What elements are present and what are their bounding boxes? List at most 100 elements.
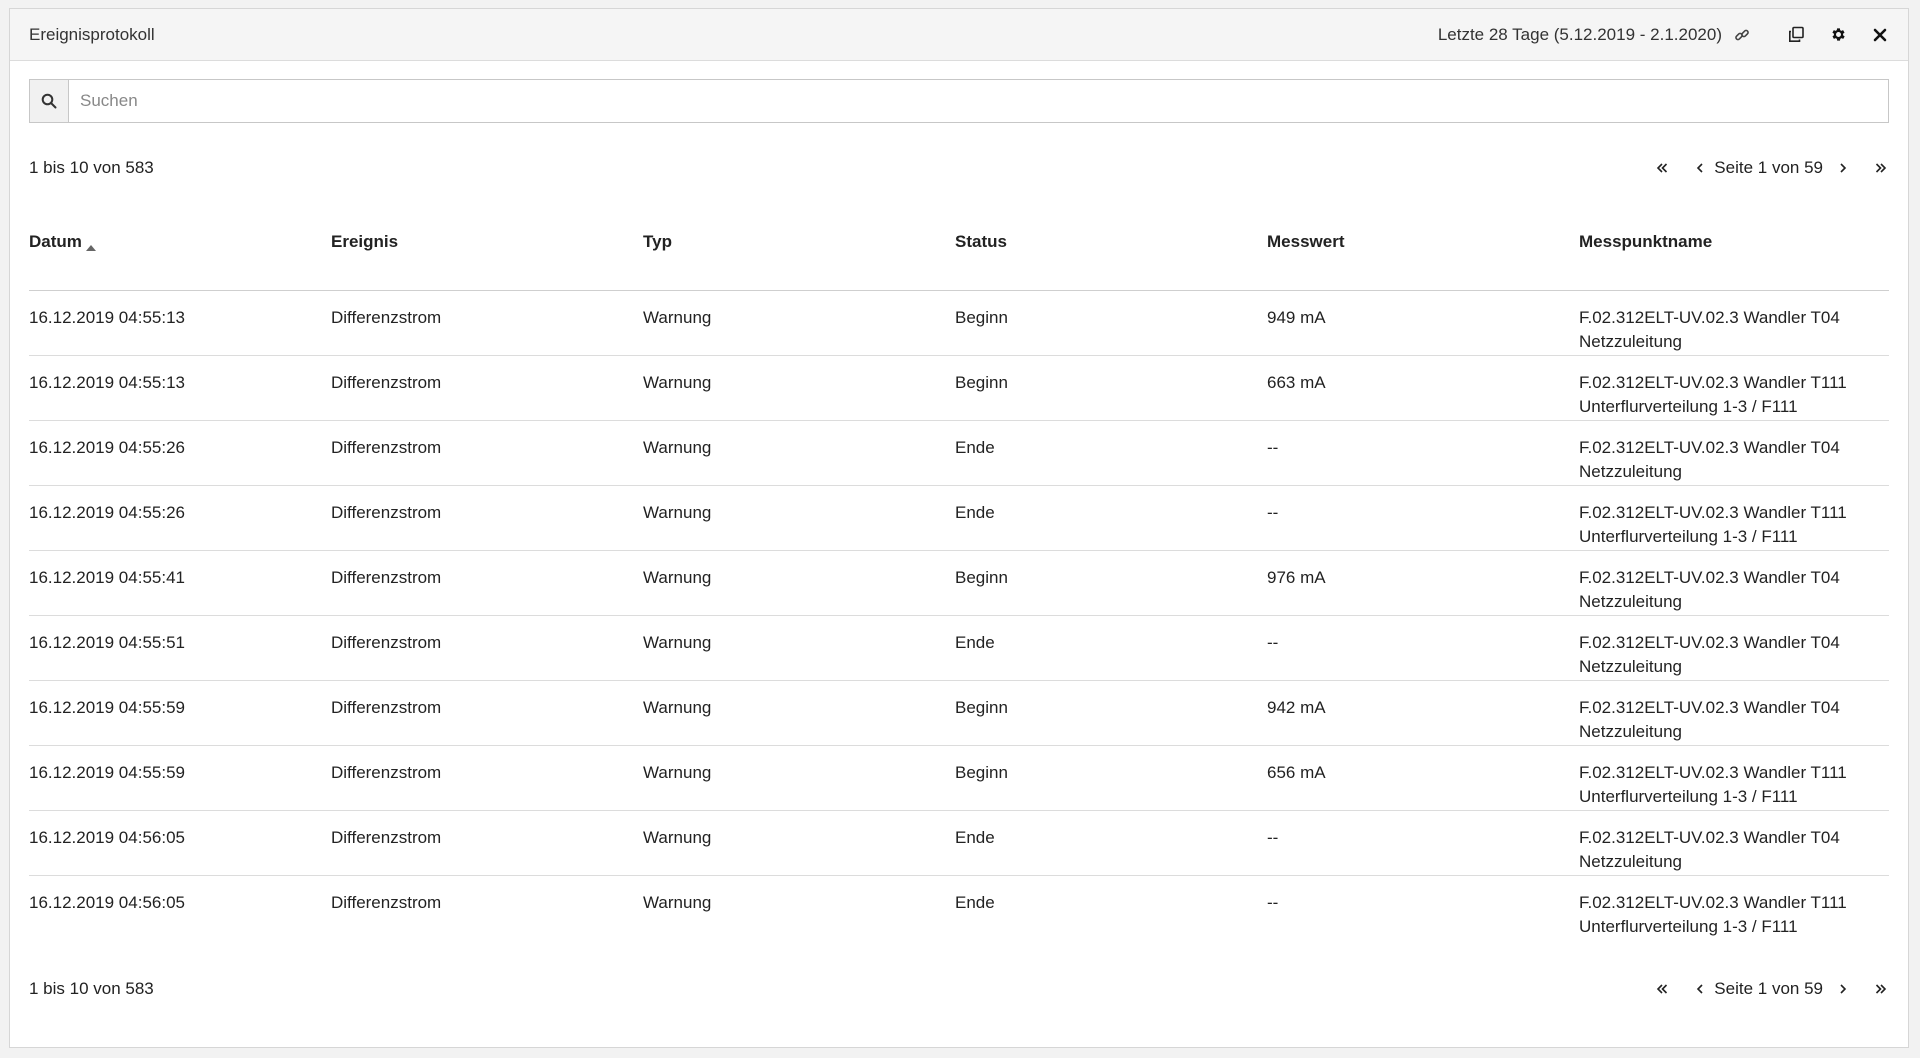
pagination-top: 1 bis 10 von 583 Seite 1 von 59: [29, 156, 1889, 180]
cell-messwert: 942 mA: [1267, 680, 1579, 746]
pager-controls: Seite 1 von 59: [1654, 158, 1889, 178]
measuring-point-line: F.02.312ELT-UV.02.3 Wandler T04: [1579, 827, 1840, 847]
column-header-typ[interactable]: Typ: [643, 210, 955, 291]
table-row[interactable]: 16.12.2019 04:55:59 Differenzstrom Warnung…: [29, 745, 1889, 811]
pagination-bottom: 1 bis 10 von 583 Seite 1 von 59: [29, 977, 1889, 1001]
measuring-point-line: F.02.312ELT-UV.02.3 Wandler T04: [1579, 632, 1840, 652]
measuring-point-line: F.02.312ELT-UV.02.3 Wandler T04: [1579, 307, 1840, 327]
panel-title: Ereignisprotokoll: [29, 24, 155, 44]
measuring-point-description: Netzzuleitung: [1579, 721, 1683, 741]
table-row[interactable]: 16.12.2019 04:55:26 Differenzstrom Warnung…: [29, 420, 1889, 486]
column-header-messwert[interactable]: Messwert: [1267, 210, 1579, 291]
cell-status: Beginn: [955, 680, 1267, 746]
cell-ereignis: Differenzstrom: [331, 892, 442, 912]
cell-datum: 16.12.2019 04:56:05: [29, 810, 331, 876]
table-row[interactable]: 16.12.2019 04:56:05 Differenzstrom Warnung…: [29, 875, 1889, 940]
measuring-point-line: F.02.312ELT-UV.02.3 Wandler T111: [1579, 502, 1847, 522]
next-page-button[interactable]: [1835, 979, 1851, 999]
cell-status: Ende: [955, 485, 1267, 551]
measuring-point-description: Netzzuleitung: [1579, 851, 1683, 871]
panel-body: 1 bis 10 von 583 Seite 1 von 59: [10, 79, 1908, 940]
result-count: 1 bis 10 von 583: [29, 979, 154, 998]
cell-messpunktname: F.02.312ELT-UV.02.3 Wandler T111 Unterflu…: [1579, 355, 1889, 421]
first-page-button[interactable]: [1654, 979, 1670, 999]
table-row[interactable]: 16.12.2019 04:55:26 Differenzstrom Warnung…: [29, 485, 1889, 551]
cell-status: Beginn: [955, 290, 1267, 356]
cell-ereignis: Differenzstrom: [331, 810, 643, 876]
cell-messwert: 976 mA: [1267, 550, 1579, 616]
cell-datum: 16.12.2019 04:55:59: [29, 745, 331, 811]
first-page-button[interactable]: [1654, 158, 1670, 178]
cell-typ: Warnung: [643, 680, 955, 746]
sort-asc-icon: [85, 236, 96, 256]
column-header-ereignis[interactable]: Ereignis: [331, 210, 643, 291]
measuring-point-description: Unterflurverteilung 1-3 / F111: [1579, 916, 1798, 936]
cell-messwert: --: [1267, 485, 1579, 551]
pager-controls: Seite 1 von 59: [1654, 979, 1889, 999]
event-log-panel: Ereignisprotokoll Letzte 28 Tage (5.12.2…: [9, 8, 1909, 1048]
cell-messwert: --: [1267, 615, 1579, 681]
prev-page-button[interactable]: [1692, 158, 1708, 178]
cell-messwert: --: [1267, 892, 1279, 912]
measuring-point-description: Netzzuleitung: [1579, 331, 1683, 351]
cell-datum: 16.12.2019 04:55:13: [29, 355, 331, 421]
cell-ereignis: Differenzstrom: [331, 420, 643, 486]
cell-status: Beginn: [955, 355, 1267, 421]
cell-messpunktname: F.02.312ELT-UV.02.3 Wandler T04 Netzzulei…: [1579, 680, 1889, 746]
table-row[interactable]: 16.12.2019 04:55:13 Differenzstrom Warnung…: [29, 290, 1889, 356]
result-count: 1 bis 10 von 583: [29, 158, 154, 177]
column-header-datum[interactable]: Datum: [29, 210, 331, 291]
cell-status: Ende: [955, 615, 1267, 681]
copy-icon[interactable]: [1786, 25, 1806, 45]
cell-typ: Warnung: [643, 485, 955, 551]
measuring-point-description: Unterflurverteilung 1-3 / F111: [1579, 526, 1798, 546]
cell-messpunktname: F.02.312ELT-UV.02.3 Wandler T04 Netzzulei…: [1579, 550, 1889, 616]
gear-icon[interactable]: [1828, 25, 1848, 45]
cell-status: Ende: [955, 810, 1267, 876]
link-icon[interactable]: [1732, 25, 1752, 45]
measuring-point-description: Unterflurverteilung 1-3 / F111: [1579, 786, 1798, 806]
cell-typ: Warnung: [643, 290, 955, 356]
measuring-point-line: F.02.312ELT-UV.02.3 Wandler T04: [1579, 567, 1840, 587]
table-row[interactable]: 16.12.2019 04:55:41 Differenzstrom Warnung…: [29, 550, 1889, 616]
measuring-point-line: F.02.312ELT-UV.02.3 Wandler T04: [1579, 697, 1840, 717]
cell-typ: Warnung: [643, 810, 955, 876]
table-row[interactable]: 16.12.2019 04:56:05 Differenzstrom Warnung…: [29, 810, 1889, 876]
cell-status: Beginn: [955, 550, 1267, 616]
table-row[interactable]: 16.12.2019 04:55:59 Differenzstrom Warnung…: [29, 680, 1889, 746]
cell-messpunktname: F.02.312ELT-UV.02.3 Wandler T111 Unterflu…: [1579, 485, 1889, 551]
cell-typ: Warnung: [643, 420, 955, 486]
search-button[interactable]: [30, 80, 69, 122]
chevron-right-icon: [1840, 163, 1847, 173]
table-row[interactable]: 16.12.2019 04:55:13 Differenzstrom Warnung…: [29, 355, 1889, 421]
cell-messwert: 663 mA: [1267, 355, 1579, 421]
last-page-button[interactable]: [1873, 158, 1889, 178]
double-chevron-left-icon: [1657, 984, 1668, 994]
event-table: Datum Ereignis Typ Status Messwert Messp…: [29, 210, 1889, 940]
double-chevron-right-icon: [1875, 163, 1887, 173]
search-bar: [29, 79, 1889, 123]
cell-messwert: 656 mA: [1267, 745, 1579, 811]
cell-datum: 16.12.2019 04:55:41: [29, 550, 331, 616]
table-row[interactable]: 16.12.2019 04:55:51 Differenzstrom Warnung…: [29, 615, 1889, 681]
prev-page-button[interactable]: [1692, 979, 1708, 999]
cell-ereignis: Differenzstrom: [331, 290, 643, 356]
measuring-point-line: F.02.312ELT-UV.02.3 Wandler T04: [1579, 437, 1840, 457]
cell-messpunktname: F.02.312ELT-UV.02.3 Wandler T04 Netzzulei…: [1579, 290, 1889, 356]
column-header-status[interactable]: Status: [955, 210, 1267, 291]
panel-header: Ereignisprotokoll Letzte 28 Tage (5.12.2…: [10, 9, 1908, 61]
cell-ereignis: Differenzstrom: [331, 615, 643, 681]
cell-status: Ende: [955, 892, 995, 912]
cell-messpunktname: F.02.312ELT-UV.02.3 Wandler T111 Unterflu…: [1579, 745, 1889, 811]
next-page-button[interactable]: [1835, 158, 1851, 178]
cell-typ: Warnung: [643, 745, 955, 811]
column-header-messpunktname[interactable]: Messpunktname: [1579, 210, 1889, 291]
double-chevron-left-icon: [1657, 163, 1668, 173]
search-icon: [41, 93, 57, 109]
close-icon[interactable]: [1870, 25, 1890, 45]
cell-messpunktname: F.02.312ELT-UV.02.3 Wandler T111 Unterflu…: [1579, 875, 1889, 940]
date-range-label[interactable]: Letzte 28 Tage (5.12.2019 - 2.1.2020): [1438, 25, 1722, 45]
page-indicator: Seite 1 von 59: [1714, 158, 1823, 177]
last-page-button[interactable]: [1873, 979, 1889, 999]
search-input[interactable]: [69, 80, 1888, 122]
